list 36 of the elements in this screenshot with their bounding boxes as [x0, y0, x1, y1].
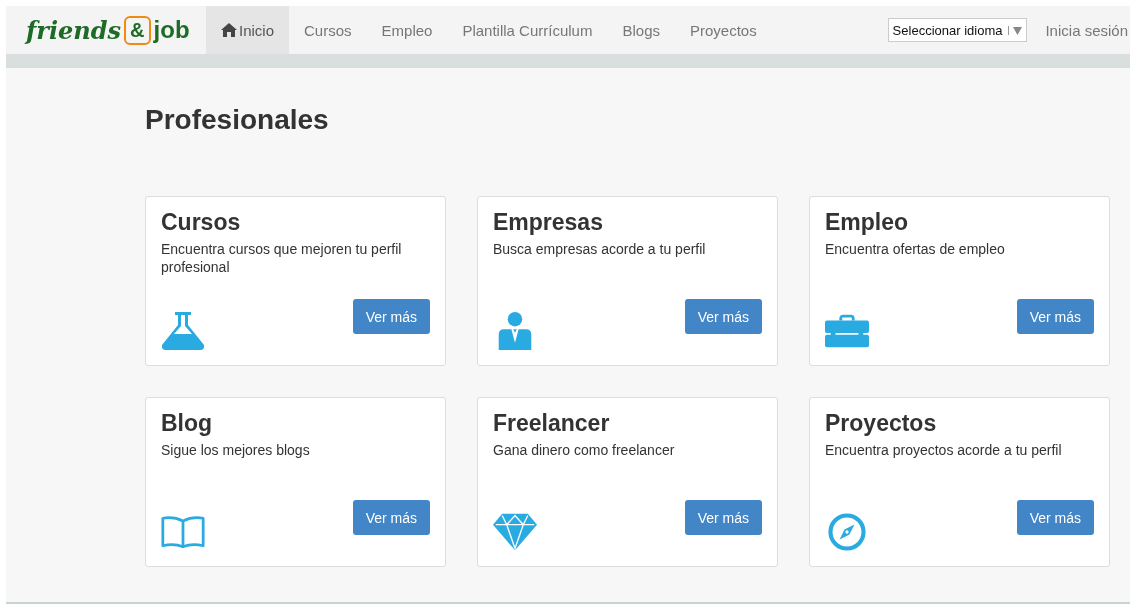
see-more-button[interactable]: Ver más: [684, 299, 762, 334]
card-title: Cursos: [161, 209, 242, 236]
card-description: Busca empresas acorde a tu perfil: [493, 240, 707, 258]
see-more-button[interactable]: Ver más: [684, 500, 762, 535]
nav-tab[interactable]: Blogs: [607, 6, 675, 54]
card-title: Freelancer: [493, 410, 611, 437]
compass-icon: [825, 513, 869, 551]
see-more-button[interactable]: Ver más: [1016, 299, 1094, 334]
caret-icon: [1008, 25, 1023, 35]
card-description: Encuentra proyectos acorde a tu perfil: [825, 441, 1063, 459]
logo-text: friends: [26, 15, 122, 45]
language-select[interactable]: Seleccionar idioma: [887, 18, 1028, 42]
nav-tab[interactable]: Inicio: [206, 6, 290, 54]
card-title: Blog: [161, 410, 214, 437]
diamond-icon: [493, 513, 537, 551]
see-more-button[interactable]: Ver más: [1016, 500, 1094, 535]
card-title: Empleo: [825, 209, 910, 236]
see-more-button[interactable]: Ver más: [352, 299, 430, 334]
page-heading: Profesionales: [145, 104, 330, 136]
nav-tab[interactable]: Cursos: [289, 6, 367, 54]
logo-text: job: [153, 16, 190, 44]
book-icon: [161, 513, 205, 551]
card-description: Gana dinero como freelancer: [493, 441, 676, 459]
card-title: Proyectos: [825, 410, 938, 437]
nav-tab[interactable]: Proyectos: [675, 6, 772, 54]
card-description: Encuentra cursos que mejoren tu perfil profesional: [161, 240, 403, 276]
briefcase-icon: [825, 312, 869, 350]
card-title: Empresas: [493, 209, 604, 236]
logo-mark: &: [124, 15, 151, 45]
flask-icon: [161, 312, 205, 350]
card-description: Sigue los mejores blogs: [161, 441, 311, 459]
see-more-button[interactable]: Ver más: [352, 500, 430, 535]
login-link[interactable]: Inicia sesión: [1045, 21, 1130, 39]
nav-tab[interactable]: Empleo: [366, 6, 448, 54]
card-description: Encuentra ofertas de empleo: [825, 240, 1006, 258]
nav-tab[interactable]: Plantilla Currículum: [447, 6, 608, 54]
